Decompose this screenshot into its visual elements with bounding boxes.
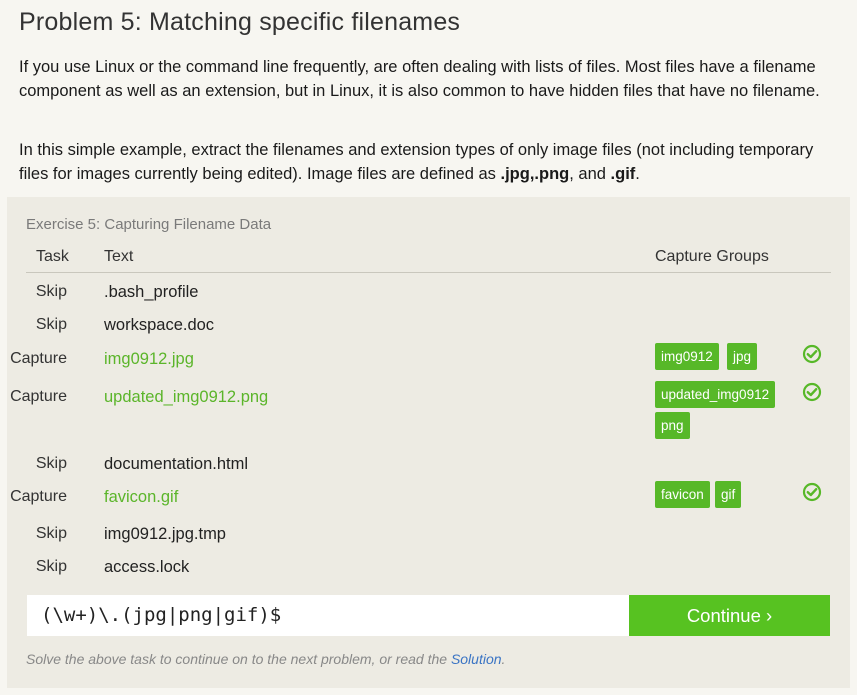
capture-group-tag: img0912	[655, 343, 719, 370]
row-text: img0912.jpg	[104, 350, 194, 368]
row-task: Capture	[10, 388, 67, 405]
header-divider	[26, 272, 831, 273]
row-text: .bash_profile	[104, 283, 199, 301]
footer-end: .	[501, 651, 506, 667]
row-task: Skip	[35, 316, 67, 333]
footer-text: Solve the above task to continue on to t…	[26, 651, 451, 667]
regex-input[interactable]	[41, 604, 621, 626]
row-text: workspace.doc	[104, 316, 215, 334]
task-paragraph-text: In this simple example, extract the file…	[19, 141, 814, 183]
solution-link[interactable]: Solution	[451, 651, 502, 667]
row-text: favicon.gif	[104, 488, 179, 506]
page-title: Problem 5: Matching specific filenames	[19, 8, 461, 36]
capture-group-tag: gif	[715, 481, 742, 508]
ext-and: , and	[569, 165, 611, 183]
intro-paragraph: If you use Linux or the command line fre…	[19, 58, 820, 100]
ext-png: .png	[534, 165, 570, 183]
row-task: Skip	[35, 455, 67, 472]
ext-gif: .gif	[610, 165, 636, 183]
exercise-panel: Exercise 5: Capturing Filename Data Task…	[7, 197, 850, 688]
row-task: Skip	[35, 283, 67, 300]
header-capture-groups: Capture Groups	[655, 248, 769, 265]
check-circle-icon	[802, 382, 822, 402]
header-text: Text	[104, 248, 134, 265]
capture-group-tag: updated_img0912	[655, 381, 776, 408]
continue-button[interactable]: Continue ›	[629, 595, 830, 636]
row-text: access.lock	[104, 558, 190, 576]
capture-group-tag: png	[655, 412, 690, 439]
header-task: Task	[36, 248, 69, 265]
row-task: Skip	[35, 558, 67, 575]
task-paragraph-end: .	[635, 165, 640, 183]
ext-jpg: .jpg	[500, 165, 530, 183]
exercise-title: Exercise 5: Capturing Filename Data	[26, 216, 272, 233]
check-circle-icon	[802, 344, 822, 364]
row-text: updated_img0912.png	[104, 388, 269, 406]
row-text: img0912.jpg.tmp	[104, 525, 226, 543]
footer-note: Solve the above task to continue on to t…	[26, 651, 505, 667]
row-task: Capture	[10, 488, 67, 505]
regex-input-box[interactable]	[27, 595, 630, 636]
capture-group-tag: favicon	[655, 481, 710, 508]
row-task: Skip	[35, 525, 67, 542]
row-task: Capture	[10, 350, 67, 367]
task-paragraph: In this simple example, extract the file…	[19, 138, 839, 186]
check-circle-icon	[802, 482, 822, 502]
row-text: documentation.html	[104, 455, 248, 473]
capture-group-tag: jpg	[727, 343, 758, 370]
